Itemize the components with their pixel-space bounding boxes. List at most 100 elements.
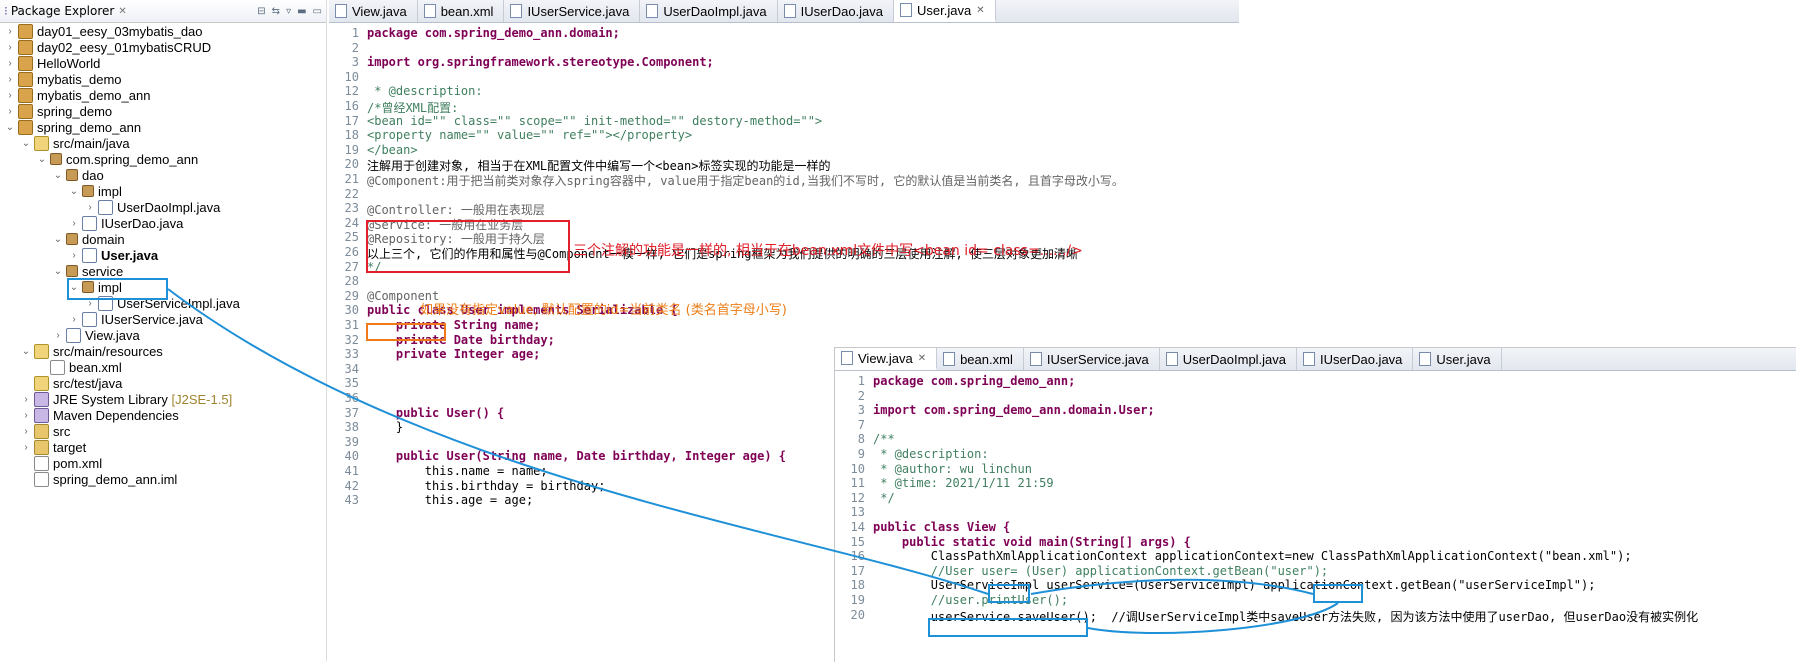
code-line: import com.spring_demo_ann.domain.User; (873, 403, 1155, 418)
package-icon (66, 169, 78, 181)
line-number: 32 (344, 332, 359, 347)
link-editor-icon[interactable]: ⇆ (272, 6, 280, 17)
minimize-icon[interactable]: ▬ (297, 6, 306, 17)
tab-user-java[interactable]: User.java ✕ (894, 0, 996, 22)
tab-bean-xml[interactable]: bean.xml (418, 0, 505, 22)
chevron-right-icon[interactable]: › (20, 410, 32, 421)
editor-view-java: View.java ✕ bean.xml IUserService.java Us… (834, 347, 1796, 662)
line-number: 27 (344, 259, 359, 274)
java-file-icon (335, 4, 347, 18)
chevron-down-icon[interactable]: ⌄ (20, 138, 32, 149)
tree-item-label: src/main/resources (53, 343, 163, 359)
line-number: 28 (344, 274, 359, 289)
code-line: //user.printUser(); (873, 593, 1069, 607)
chevron-right-icon[interactable]: › (68, 218, 80, 229)
blue-box-user-java (67, 278, 168, 300)
java-file-icon (82, 247, 97, 263)
tab-label: User.java (917, 2, 972, 18)
tab-iuserservice-java[interactable]: IUserService.java (504, 0, 641, 22)
code-line: /** (873, 432, 895, 447)
code-line: public class View { (873, 520, 1011, 534)
chevron-down-icon[interactable]: ⌄ (68, 186, 80, 197)
chevron-right-icon[interactable]: › (20, 394, 32, 405)
tree-item-label: src/test/java (53, 375, 123, 391)
tree-item-label: pom.xml (53, 455, 103, 471)
java-file-icon (510, 4, 523, 18)
chevron-right-icon[interactable]: › (4, 90, 16, 101)
line-number: 18 (344, 128, 359, 143)
line-number: 37 (344, 405, 359, 420)
xml-file-icon (943, 352, 956, 366)
tree-item-label: View.java (85, 327, 140, 343)
code-line: //User user= (User) applicationContext.g… (873, 563, 1329, 578)
chevron-right-icon[interactable]: › (68, 250, 80, 261)
tab-iuserdao-java[interactable]: IUserDao.java (1297, 348, 1414, 370)
chevron-right-icon[interactable]: › (20, 442, 32, 453)
line-number: 18 (850, 578, 865, 593)
chevron-right-icon[interactable]: › (4, 74, 16, 85)
orange-annotation-box (366, 323, 446, 341)
chevron-down-icon[interactable]: ⌄ (36, 154, 48, 165)
chevron-down-icon[interactable]: ⌄ (4, 122, 16, 133)
tree-item-label: Maven Dependencies (53, 407, 179, 423)
view-menu-icon[interactable]: ▿ (286, 6, 291, 17)
tab-user-java[interactable]: User.java (1413, 348, 1502, 370)
tab-bean-xml[interactable]: bean.xml (937, 348, 1024, 370)
three-annotations-note: 三个注解的功能是一样的, 相当于在bean.xml文件中写<bean id= c… (573, 243, 1083, 259)
tree-item-label: JRE System Library (53, 391, 168, 407)
close-icon[interactable]: ✕ (976, 5, 984, 16)
tree-item-label: service (82, 263, 124, 279)
chevron-down-icon[interactable]: ⌄ (52, 170, 64, 181)
code-line: public static void main(String[] args) { (873, 534, 1191, 549)
tree-item-label: mybatis_demo_ann (37, 87, 151, 103)
tab-userdaoimpl-java[interactable]: UserDaoImpl.java (640, 0, 778, 22)
chevron-right-icon[interactable]: › (4, 58, 16, 69)
code-line: this.name = name; (367, 464, 548, 478)
tab-userdaoimpl-java[interactable]: UserDaoImpl.java (1160, 348, 1298, 370)
line-number: 41 (344, 464, 359, 478)
blue-box-print-user (928, 618, 1088, 637)
folder-icon (34, 423, 49, 439)
chevron-right-icon[interactable]: › (4, 26, 16, 37)
chevron-right-icon[interactable]: › (4, 42, 16, 53)
line-number: 20 (344, 157, 359, 172)
java-file-icon (646, 4, 659, 18)
project-icon (18, 39, 33, 55)
chevron-down-icon[interactable]: ⌄ (52, 234, 64, 245)
chevron-right-icon[interactable]: › (20, 426, 32, 437)
tab-view-java[interactable]: View.java (329, 0, 418, 22)
chevron-right-icon[interactable]: › (52, 330, 64, 341)
source-folder-icon (34, 343, 49, 359)
tab-iuserservice-java[interactable]: IUserService.java (1024, 348, 1160, 370)
chevron-down-icon[interactable]: ⌄ (20, 346, 32, 357)
code-line: <bean id="" class="" scope="" init-metho… (367, 113, 823, 128)
java-file-icon (783, 4, 796, 18)
collapse-all-icon[interactable]: ⊟ (257, 6, 265, 17)
source-folder-icon (34, 375, 49, 391)
tab-view-java[interactable]: View.java ✕ (835, 348, 938, 370)
tab-iuserdao-java[interactable]: IUserDao.java (778, 0, 895, 22)
tree-item-label: com.spring_demo_ann (66, 151, 199, 167)
library-icon (34, 391, 49, 407)
chevron-right-icon[interactable]: › (68, 314, 80, 325)
line-number: 39 (344, 434, 359, 449)
chevron-right-icon[interactable]: › (4, 106, 16, 117)
tree-item[interactable]: spring_demo_ann.iml (20, 470, 177, 488)
maximize-icon[interactable]: ▭ (313, 6, 322, 17)
tree-item-label: User.java (101, 247, 159, 263)
tree-item-label: dao (82, 167, 104, 183)
code-line: public User(String name, Date birthday, … (367, 449, 787, 464)
code-line: */ (873, 490, 895, 505)
code-line: package com.spring_demo_ann.domain; (367, 26, 620, 40)
line-number: 20 (850, 607, 865, 622)
java-file-icon (1165, 352, 1178, 366)
chevron-right-icon[interactable]: › (84, 202, 96, 213)
tree-item-label: bean.xml (69, 359, 122, 375)
close-icon[interactable]: ✕ (918, 353, 926, 364)
line-number: 33 (344, 347, 359, 362)
chevron-down-icon[interactable]: ⌄ (52, 266, 64, 277)
close-icon[interactable]: ✕ (118, 6, 126, 17)
java-file-icon (1303, 352, 1316, 366)
code-line: ClassPathXmlApplicationContext applicati… (873, 549, 1632, 564)
line-number: 8 (857, 432, 865, 447)
